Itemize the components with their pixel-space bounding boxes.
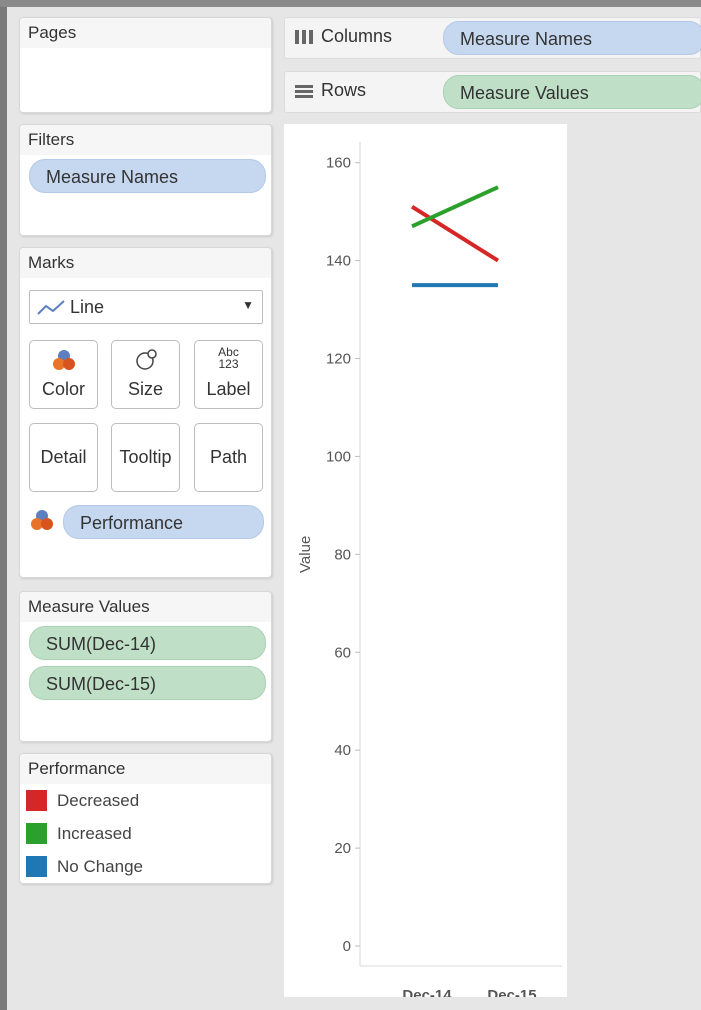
tooltip-button[interactable]: Tooltip xyxy=(111,423,180,492)
series-line-decreased xyxy=(410,205,500,263)
view-area[interactable]: 0 20 40 60 80 100 120 140 160 Dec-14 Dec-15 Value xyxy=(284,124,567,1004)
path-button-label: Path xyxy=(209,447,248,467)
color-icon xyxy=(53,350,75,370)
y-tick-label: 0 xyxy=(343,938,351,955)
y-axis-title: Value xyxy=(297,536,314,573)
path-button[interactable]: Path xyxy=(194,423,263,492)
filter-pill-measure-names[interactable]: Measure Names xyxy=(29,159,266,193)
legend-title: Performance xyxy=(20,754,271,784)
measure-pill-sum-dec-15[interactable]: SUM(Dec-15) xyxy=(29,666,266,700)
window-top-edge xyxy=(0,0,701,7)
label-icon-123: 123 xyxy=(218,357,239,371)
size-button[interactable]: Size xyxy=(111,340,180,409)
y-tick-label: 100 xyxy=(326,448,351,465)
color-button[interactable]: Color xyxy=(29,340,98,409)
mark-type-dropdown[interactable]: Line ▼ xyxy=(29,290,263,324)
y-tick-label: 60 xyxy=(334,644,351,661)
y-tick-label: 20 xyxy=(334,840,351,857)
window-left-edge xyxy=(0,0,7,1010)
size-icon xyxy=(136,349,157,370)
label-icon: Abc 123 xyxy=(195,346,262,370)
legend-swatch xyxy=(26,856,47,877)
filters-card[interactable]: Filters Measure Names xyxy=(19,124,272,236)
x-tick-label: Dec-14 xyxy=(402,987,452,997)
pages-card[interactable]: Pages xyxy=(19,17,272,113)
y-tick-label: 160 xyxy=(326,155,351,172)
color-field-pill-performance[interactable]: Performance xyxy=(63,505,264,539)
columns-shelf-label-group: Columns xyxy=(293,26,392,47)
label-button[interactable]: Abc 123 Label xyxy=(194,340,263,409)
columns-shelf[interactable]: Columns Measure Names xyxy=(284,17,701,59)
legend-swatch xyxy=(26,823,47,844)
x-tick-label: Dec-15 xyxy=(487,987,536,997)
series-line-increased xyxy=(411,185,499,229)
y-tick-label: 140 xyxy=(326,253,351,270)
measure-values-card-title: Measure Values xyxy=(20,592,271,622)
label-button-label: Label xyxy=(206,379,251,399)
tooltip-button-label: Tooltip xyxy=(119,447,172,467)
legend-item-decreased[interactable]: Decreased xyxy=(26,790,139,811)
size-button-label: Size xyxy=(127,379,163,399)
chevron-down-icon: ▼ xyxy=(242,298,254,312)
color-button-label: Color xyxy=(41,379,85,399)
legend-item-increased[interactable]: Increased xyxy=(26,823,132,844)
rows-shelf-label-group: Rows xyxy=(293,80,366,101)
line-chart: 0 20 40 60 80 100 120 140 160 Dec-14 Dec-15 Value xyxy=(297,142,562,1004)
y-tick-label: 80 xyxy=(334,546,351,563)
rows-shelf[interactable]: Rows Measure Values xyxy=(284,71,701,113)
columns-pill-measure-names[interactable]: Measure Names xyxy=(443,21,701,55)
line-chart-icon xyxy=(37,300,65,315)
columns-icon xyxy=(295,29,313,44)
rows-icon xyxy=(295,84,313,98)
color-encoding-icon xyxy=(31,510,53,530)
columns-shelf-label: Columns xyxy=(321,26,393,46)
rows-shelf-label: Rows xyxy=(321,80,367,100)
y-tick-label: 120 xyxy=(326,351,351,368)
rows-pill-measure-values[interactable]: Measure Values xyxy=(443,75,701,109)
detail-button-label: Detail xyxy=(40,447,87,467)
legend-item-no-change[interactable]: No Change xyxy=(26,856,143,877)
legend-label: Decreased xyxy=(57,790,140,810)
y-tick-label: 40 xyxy=(334,742,351,759)
legend-swatch xyxy=(26,790,47,811)
legend-label: No Change xyxy=(57,856,144,876)
measure-pill-sum-dec-14[interactable]: SUM(Dec-14) xyxy=(29,626,266,660)
filters-card-title: Filters xyxy=(20,125,271,155)
marks-card-title: Marks xyxy=(20,248,271,278)
mark-type-label: Line xyxy=(70,297,105,317)
measure-values-card[interactable]: Measure Values SUM(Dec-14) SUM(Dec-15) xyxy=(19,591,272,742)
detail-button[interactable]: Detail xyxy=(29,423,98,492)
pages-card-title: Pages xyxy=(20,18,271,48)
legend-label: Increased xyxy=(57,823,132,843)
